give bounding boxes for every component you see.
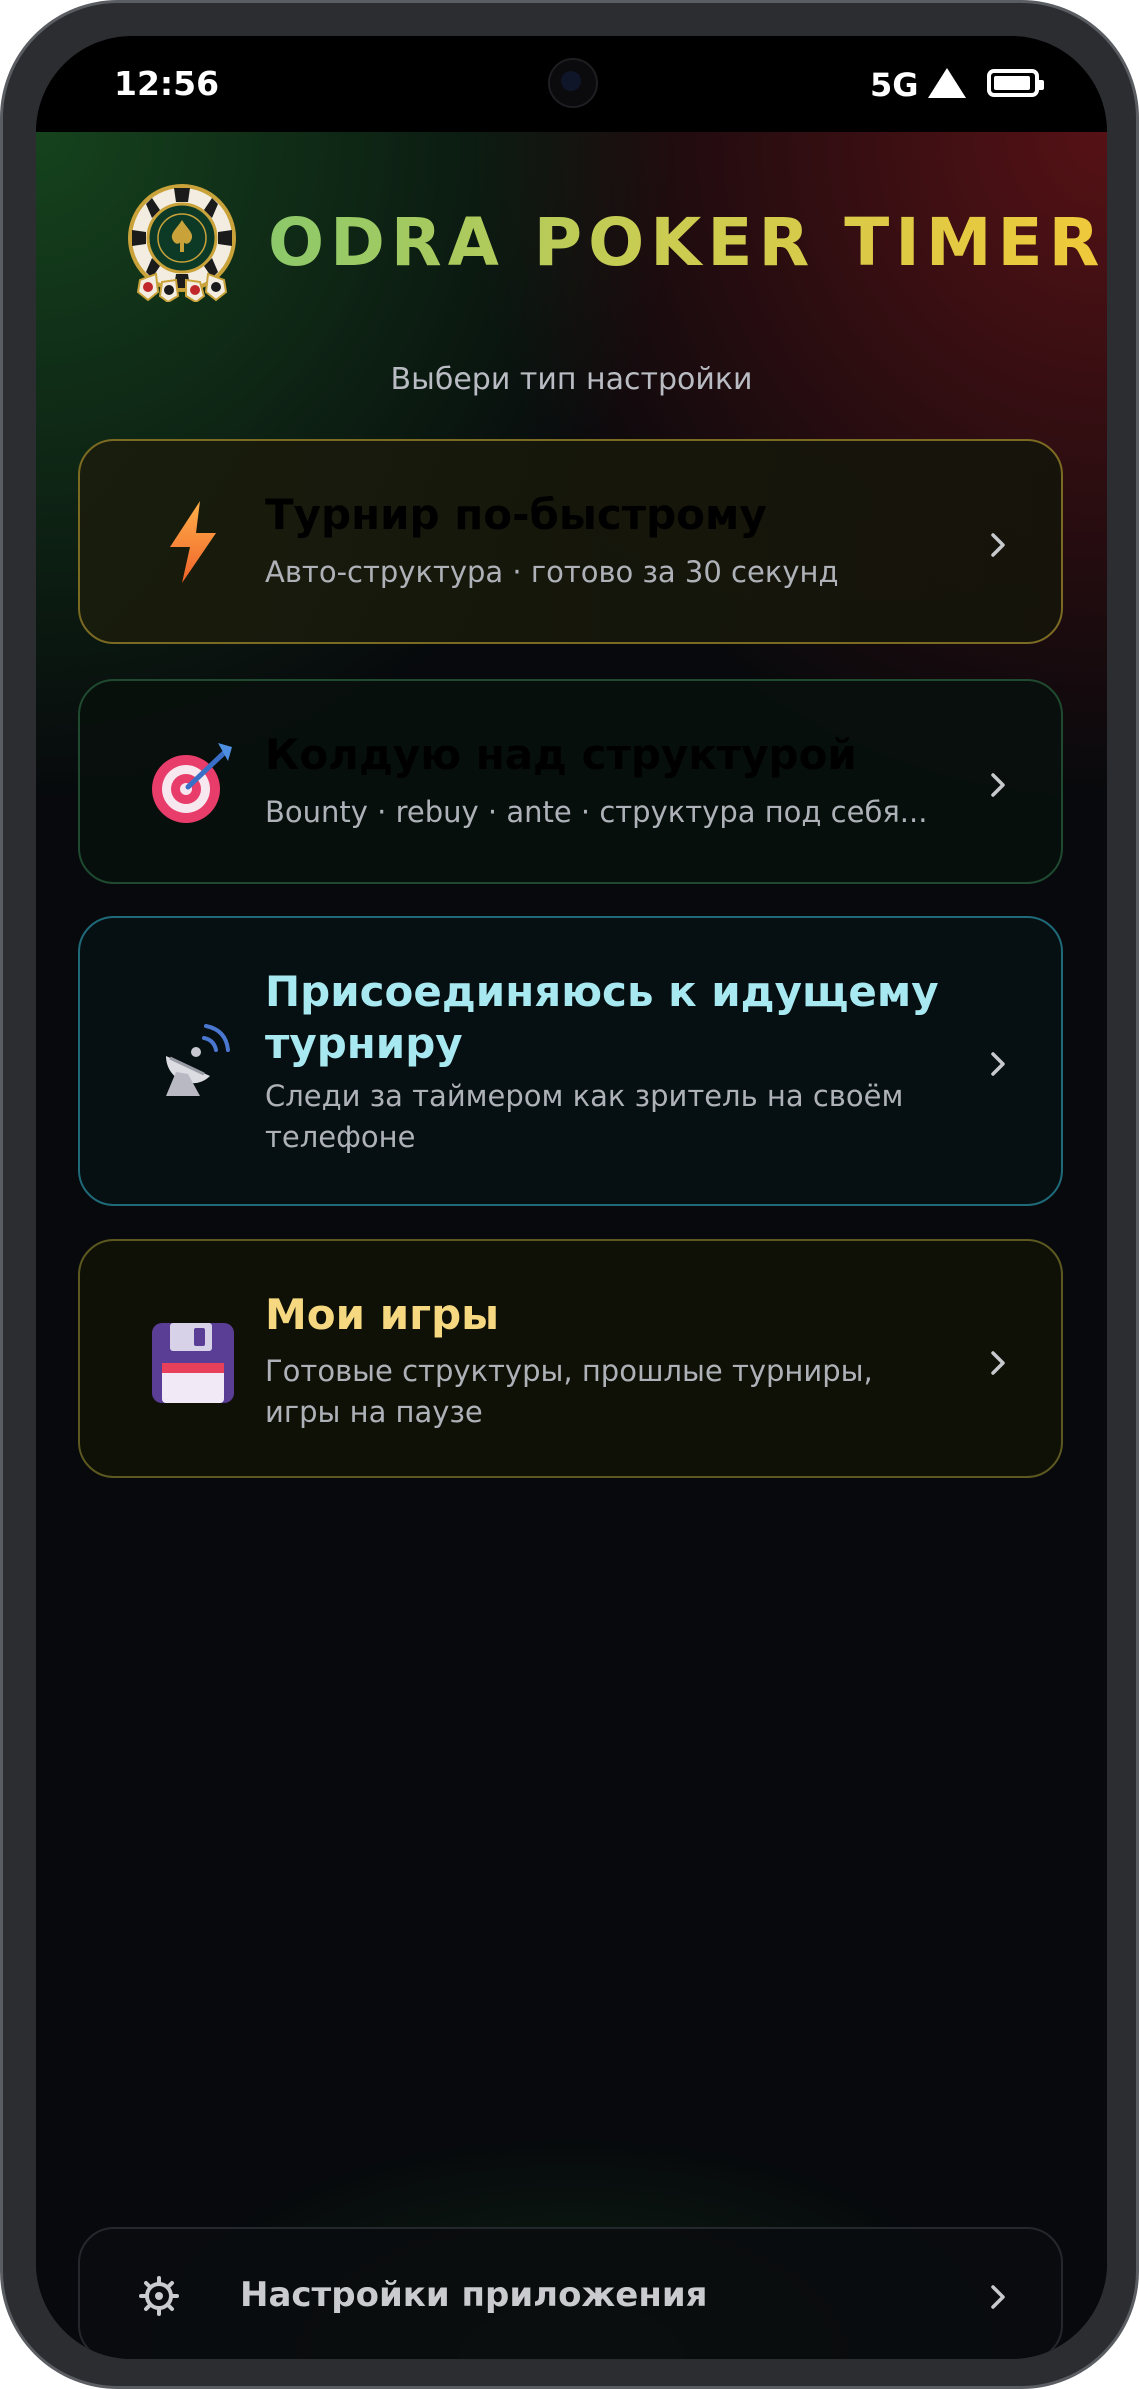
my-games-card[interactable]: Мои игры Готовые структуры, прошлые турн… [78, 1239, 1063, 1478]
chevron-right-icon [991, 773, 1005, 797]
chevron-right-icon [991, 533, 1005, 557]
chevron-right-icon [991, 1052, 1005, 1076]
signal-icon [928, 68, 966, 98]
card-description: Готовые структуры, прошлые турниры, игры… [265, 1354, 873, 1429]
card-description: Bounty · rebuy · ante · структура под се… [265, 795, 928, 829]
card-title: Мои игры [265, 1290, 500, 1339]
chevron-right-icon [991, 2285, 1005, 2309]
quick-tournament-card[interactable]: Турнир по-быстрому Авто-структура · гото… [78, 439, 1063, 644]
battery-icon [987, 69, 1044, 97]
app-title: ODRA POKER TIMER [268, 204, 1106, 281]
target-icon [152, 743, 232, 823]
join-tournament-card[interactable]: Присоединяюсь к идущему турниру Следи за… [78, 916, 1063, 1206]
header: ODRA POKER TIMER Выбери тип настройки [36, 132, 1107, 397]
status-time: 12:56 [114, 64, 220, 103]
card-title: Присоединяюсь к идущему турниру [265, 967, 939, 1068]
status-bar: 12:56 5G [36, 36, 1107, 132]
network-label: 5G [870, 66, 919, 104]
app-content: ODRA POKER TIMER Выбери тип настройки Ту… [36, 132, 1107, 2359]
card-description: Авто-структура · готово за 30 секунд [265, 555, 839, 589]
page-subtitle: Выбери тип настройки [390, 362, 753, 397]
front-camera [548, 58, 598, 108]
floppy-disk-icon [152, 1323, 234, 1403]
card-title: Колдую над структурой [265, 730, 857, 779]
phone-frame: 12:56 5G ODRA POKER TIMER Выбери тип нас… [0, 0, 1139, 2389]
poker-chip-logo-icon [128, 184, 236, 302]
chevron-right-icon [991, 1351, 1005, 1375]
card-description: Следи за таймером как зритель на своём т… [265, 1079, 904, 1154]
app-settings-button[interactable]: Настройки приложения [78, 2227, 1063, 2359]
lightning-icon [170, 501, 216, 583]
gear-icon [139, 2276, 179, 2316]
satellite-dish-icon [166, 1024, 230, 1096]
card-title: Турнир по-быстрому [265, 490, 767, 539]
custom-structure-card[interactable]: Колдую над структурой Bounty · rebuy · a… [78, 679, 1063, 884]
settings-label: Настройки приложения [240, 2275, 708, 2315]
screen: 12:56 5G ODRA POKER TIMER Выбери тип нас… [36, 36, 1107, 2359]
